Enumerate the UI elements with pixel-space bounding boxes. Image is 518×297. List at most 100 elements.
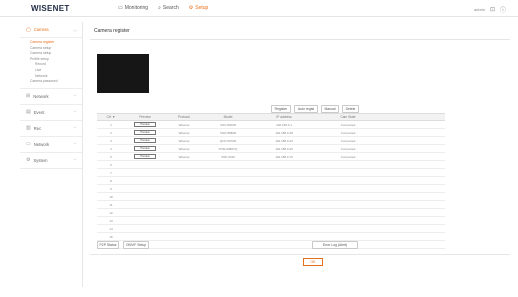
monitor-icon: ▭ [118,5,123,11]
cell-protocol: Wisenet [178,138,190,143]
table-row[interactable]: 12 [97,209,445,217]
display-icon[interactable]: ⊡ [490,6,495,13]
camera-icon: ▢ [26,26,31,33]
cell-model: XNO-8080R [219,130,237,135]
system-icon: ⚙ [26,157,31,164]
cell-ch: 11 [109,202,113,207]
col-protocol: Protocol [178,115,190,119]
sidebar-group-network[interactable]: ⊞ Network ﹀ [20,89,82,105]
cell-ch: 3 [110,138,112,143]
help-icon[interactable]: ⓘ [500,5,506,14]
sidebar-group-label: System [33,157,48,163]
table-row[interactable]: 4 Preview Wisenet PNM-9080VQ 192.168.0.46 Con… [97,145,445,153]
table-row[interactable]: 13 [97,217,445,225]
sidebar-group-system[interactable]: ⚙ System ﹀ [20,153,82,169]
register-button[interactable]: Register [271,105,291,113]
divider [90,254,510,255]
cell-model: XNP-6320 [221,154,235,159]
cell-preview: Preview [125,138,165,143]
preview-button[interactable]: Preview [134,146,156,151]
col-ch[interactable]: CH ▼ [97,115,125,119]
sidebar-camera-submenu: Camera register Camera setup Camera setu… [20,38,82,89]
sidebar-group-label: Camera [33,27,49,32]
col-state: Cam State [340,115,356,119]
preview-button[interactable]: Preview [134,122,156,127]
table-row[interactable]: 5 Preview Wisenet XNP-6320 192.168.0.15 Conne… [97,153,445,161]
cell-ip: 192.168.0.46 [275,146,293,151]
preview-button[interactable]: Preview [134,138,156,143]
chevron-down-icon: ﹀ [73,125,77,131]
cell-state: Connected [340,154,356,159]
sidebar-group-camera[interactable]: ▢ Camera ︿ [20,22,82,38]
table-row[interactable]: 6 [97,161,445,169]
table-row[interactable]: 11 [97,201,445,209]
sidebar: ▢ Camera ︿ Camera register Camera setup … [20,22,83,287]
cell-ch: 14 [109,226,113,231]
camera-table: CH ▼ Preview Protocol Model IP address C… [97,113,445,249]
nav-monitoring-label: Monitoring [124,5,149,11]
nav-search[interactable]: ⌕ Search [158,5,179,11]
cell-ch: 15 [109,234,113,239]
chevron-down-icon: ﹀ [73,93,77,99]
table-row[interactable]: 16 [97,241,445,249]
sidebar-group-rec[interactable]: ▥ Rec ﹀ [20,121,82,137]
cell-ip: 192.168.0.15 [275,154,293,159]
user-label[interactable]: admin [474,7,485,12]
table-row[interactable]: 9 [97,185,445,193]
preview-button[interactable]: Preview [134,130,156,135]
cell-preview: Preview [125,154,165,159]
cell-protocol: Wisenet [178,130,190,135]
search-icon: ⌕ [158,5,161,11]
auto-regist-button[interactable]: Auto regist [294,105,318,113]
manual-button[interactable]: Manual [321,105,339,113]
cell-model: QNV-6070R [219,138,237,143]
sidebar-group-network-2[interactable]: ▭ Network ﹀ [20,137,82,153]
nav-setup-label: Setup [195,5,209,11]
cell-state: Connected [340,138,356,143]
top-bar: WISENET ▭ Monitoring ⌕ Search ⚙ Setup ad… [0,0,518,17]
cell-ch: 7 [110,170,112,175]
top-nav: ▭ Monitoring ⌕ Search ⚙ Setup [118,5,208,11]
top-right-controls: admin ⊡ ⓘ [474,5,506,14]
sidebar-item-camera-password[interactable]: Camera password [20,79,82,85]
divider [90,39,510,40]
cell-ch: 13 [109,218,113,223]
network-icon: ⊞ [26,93,31,100]
cell-model: XNV-8020R [220,122,236,127]
sidebar-group-label: Event [33,109,45,115]
table-row[interactable]: 14 [97,225,445,233]
table-header: CH ▼ Preview Protocol Model IP address C… [97,113,445,121]
table-row[interactable]: 7 [97,169,445,177]
nav-monitoring[interactable]: ▭ Monitoring [118,5,148,11]
p2p-status-button[interactable]: P2P Status [97,241,119,249]
table-row[interactable]: 2 Preview Wisenet XNO-8080R 192.168.0.48 Conn… [97,129,445,137]
sidebar-group-event[interactable]: ▤ Event ﹀ [20,105,82,121]
delete-button[interactable]: Delete [342,105,359,113]
main-panel: Camera register Register Auto regist Man… [90,22,510,287]
chevron-down-icon: ﹀ [73,157,77,163]
nav-search-label: Search [162,5,179,11]
cell-ch: 10 [109,194,113,199]
table-row[interactable]: 1 Preview Wisenet XNV-8020R 192.168.0.1 Conne… [97,121,445,129]
table-row[interactable]: 8 [97,177,445,185]
cell-ip: 192.168.0.43 [275,138,293,143]
col-preview: Preview [139,115,151,119]
globe-icon: ▭ [26,141,31,148]
cell-protocol: Wisenet [178,154,190,159]
table-row[interactable]: 15 [97,233,445,241]
sidebar-group-label: Network [33,141,50,147]
table-row[interactable]: 3 Preview Wisenet QNV-6070R 192.168.0.43 Conn… [97,137,445,145]
cell-model: PNM-9080VQ [218,146,238,151]
cell-ch: 5 [110,154,112,159]
cell-ip: 192.168.0.48 [275,130,293,135]
col-ip: IP address [276,115,292,119]
sidebar-group-label: Network [33,93,49,99]
error-log-button[interactable]: Error Log (Alert) [312,241,358,249]
cell-ip: 192.168.0.1 [276,122,292,127]
cell-protocol: Wisenet [178,122,190,127]
ok-button[interactable]: OK [303,258,323,266]
table-row[interactable]: 10 [97,193,445,201]
nav-setup[interactable]: ⚙ Setup [189,5,209,11]
preview-button[interactable]: Preview [134,154,156,159]
onvif-setup-button[interactable]: ONVIF Setup [123,241,149,249]
